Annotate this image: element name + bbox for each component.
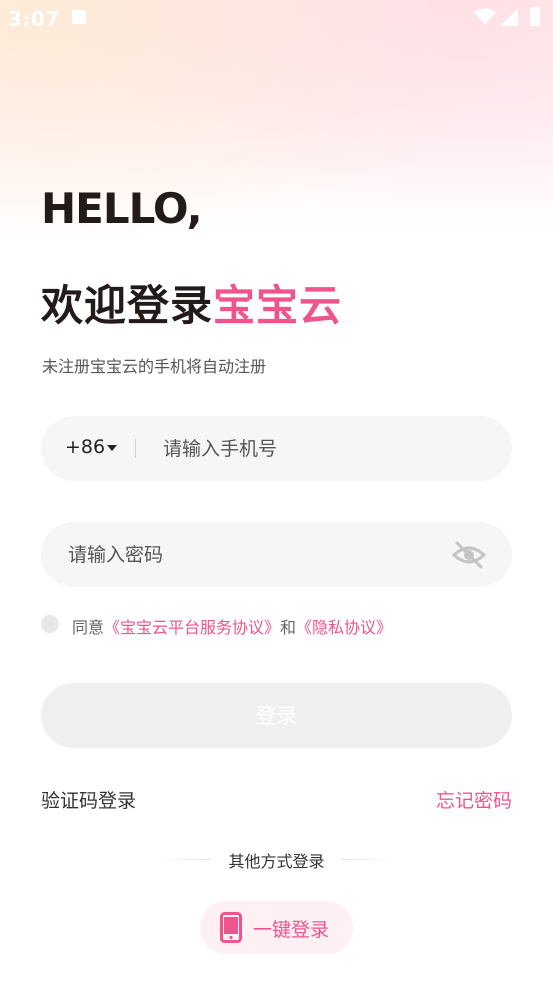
country-code-selector[interactable]: +86 — [65, 436, 105, 458]
sms-login-link[interactable]: 验证码登录 — [41, 786, 136, 813]
status-bar: 3:07 — [0, 0, 553, 36]
one-key-login-label: 一键登录 — [253, 919, 330, 941]
signal-icon — [500, 8, 518, 26]
agreement-text: 同意《宝宝云平台服务协议》和《隐私协议》 — [72, 614, 392, 638]
phone-field: +86 — [41, 416, 512, 481]
other-divider-right — [342, 859, 392, 860]
hello-heading: HELLO, — [41, 184, 203, 233]
agree-and: 和 — [280, 618, 297, 637]
brand-name: 宝宝云 — [213, 281, 343, 330]
one-key-login-button[interactable]: 一键登录 — [200, 901, 353, 954]
battery-icon — [530, 7, 540, 26]
privacy-agreement-link[interactable]: 《隐私协议》 — [296, 618, 392, 637]
welcome-heading: 欢迎登录宝宝云 — [41, 272, 342, 333]
agree-checkbox[interactable] — [41, 615, 59, 633]
field-divider — [135, 439, 136, 458]
notification-icon — [72, 10, 86, 24]
status-time: 3:07 — [8, 7, 60, 31]
phone-icon — [220, 912, 242, 943]
caret-down-icon[interactable] — [107, 445, 117, 451]
forgot-password-link[interactable]: 忘记密码 — [436, 786, 512, 813]
password-field — [41, 522, 512, 587]
login-button[interactable]: 登录 — [41, 683, 512, 748]
welcome-prefix: 欢迎登录 — [41, 281, 214, 330]
wifi-icon — [474, 8, 496, 25]
auto-register-hint: 未注册宝宝云的手机将自动注册 — [42, 357, 267, 376]
service-agreement-link[interactable]: 《宝宝云平台服务协议》 — [104, 618, 280, 637]
other-login-title: 其他方式登录 — [228, 852, 325, 871]
password-input[interactable] — [66, 538, 450, 572]
phone-input[interactable] — [161, 432, 485, 466]
agree-prefix: 同意 — [72, 618, 105, 637]
eye-off-icon[interactable] — [451, 539, 487, 571]
